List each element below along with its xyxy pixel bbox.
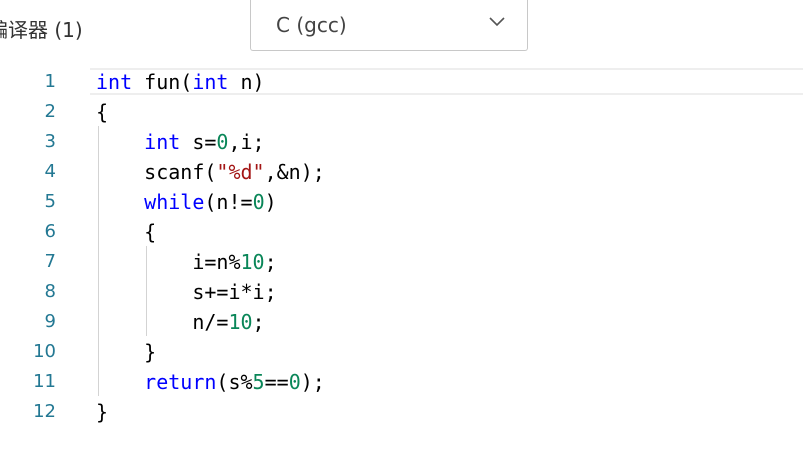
code-token: s= — [180, 130, 217, 154]
code-token: } — [96, 340, 157, 364]
code-line: { — [96, 97, 108, 127]
code-token: scanf( — [96, 160, 217, 184]
code-line: n/=10; — [96, 307, 265, 337]
compiler-label: 编译器 (1) — [0, 18, 83, 42]
line-number: 5 — [44, 191, 56, 212]
code-line: scanf("%d",&n); — [96, 157, 325, 187]
language-select-value: C (gcc) — [276, 13, 347, 37]
code-token: == — [264, 370, 289, 394]
code-token: s+=i*i; — [96, 280, 277, 304]
code-token: i=n% — [96, 250, 241, 274]
code-editor[interactable]: 1 2 3 4 5 6 7 8 9 10 11 12 int fun(int n){ int s=0,… — [0, 66, 803, 467]
code-line: while(n!=0) — [96, 187, 277, 217]
code-token: (s% — [216, 370, 253, 394]
code-token: int — [96, 70, 133, 94]
code-token: n/= — [96, 310, 229, 334]
code-token: ); — [300, 370, 325, 394]
line-number: 8 — [44, 281, 56, 302]
line-number: 1 — [44, 71, 56, 92]
code-token: 5 — [252, 370, 265, 394]
line-number: 9 — [44, 311, 56, 332]
code-line: } — [96, 337, 156, 367]
code-token: 10 — [228, 310, 253, 334]
language-select[interactable]: C (gcc) — [250, 0, 528, 51]
code-token: { — [96, 100, 109, 124]
code-line: i=n%10; — [96, 247, 277, 277]
code-token: int — [144, 130, 181, 154]
code-token: (n!= — [204, 190, 253, 214]
code-line: } — [96, 397, 108, 427]
code-line: s+=i*i; — [96, 277, 277, 307]
code-token: 0 — [216, 130, 229, 154]
line-number: 3 — [44, 131, 56, 152]
code-line: int s=0,i; — [96, 127, 265, 157]
code-token: ; — [264, 250, 277, 274]
code-token: return — [144, 370, 217, 394]
code-token: ) — [264, 190, 277, 214]
line-number: 10 — [33, 341, 56, 362]
code-line: { — [96, 217, 156, 247]
code-token: } — [96, 400, 109, 424]
code-token: 10 — [240, 250, 265, 274]
code-token: fun( — [132, 70, 193, 94]
code-token: int — [192, 70, 229, 94]
code-token: ,&n); — [264, 160, 325, 184]
code-line: int fun(int n) — [96, 67, 265, 97]
code-token: n) — [228, 70, 265, 94]
line-number: 6 — [44, 221, 56, 242]
line-number: 11 — [33, 371, 56, 392]
chevron-down-icon — [489, 17, 505, 27]
code-token: 0 — [252, 190, 265, 214]
line-number: 2 — [44, 101, 56, 122]
code-token: ; — [252, 310, 265, 334]
line-number: 4 — [44, 161, 56, 182]
code-token: { — [96, 220, 157, 244]
line-number: 7 — [44, 251, 56, 272]
code-token: while — [144, 190, 205, 214]
code-token: ,i; — [228, 130, 265, 154]
code-token: 0 — [288, 370, 301, 394]
code-line: return(s%5==0); — [96, 367, 325, 397]
code-token: "%d" — [216, 160, 265, 184]
line-number: 12 — [33, 401, 56, 422]
toolbar: 编译器 (1) C (gcc) — [0, 0, 803, 66]
